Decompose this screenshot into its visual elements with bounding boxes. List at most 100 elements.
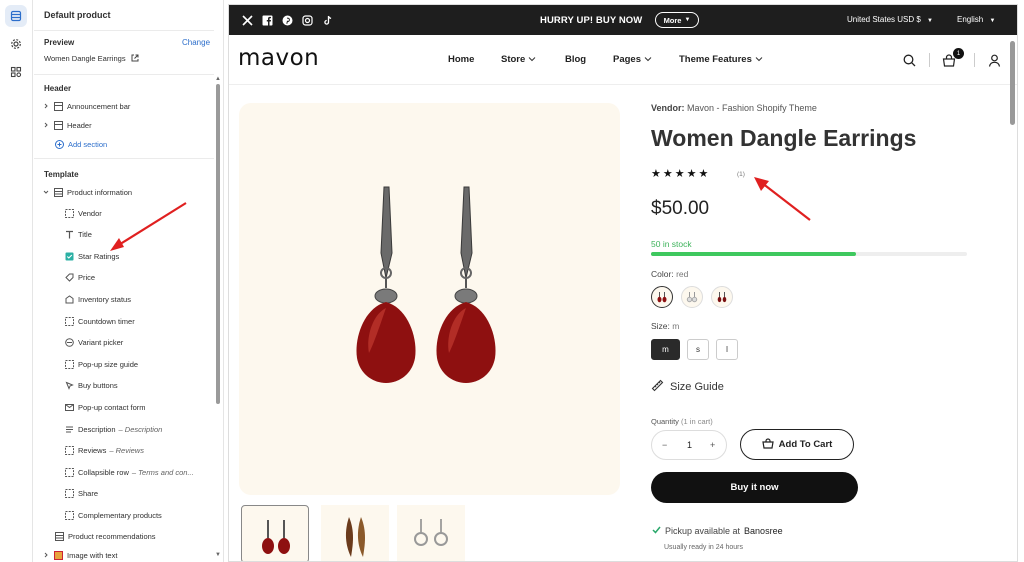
sidebar-item-label: Announcement bar [67,101,131,111]
nav-home[interactable]: Home [448,54,474,65]
sidebar-item-description[interactable]: Description – Description [64,421,162,437]
header-separator [929,53,930,67]
section-icon [54,531,64,541]
pinterest-icon[interactable] [281,14,293,26]
preview-scrollbar[interactable] [1010,41,1015,125]
sidebar-item-label: Description [78,424,116,434]
language-selector[interactable]: English ▼ [957,15,995,24]
nav-store[interactable]: Store [501,54,536,65]
sidebar-item-product-recommendations[interactable]: Product recommendations [54,528,156,544]
facebook-icon[interactable] [261,14,273,26]
checkmark-icon [652,526,661,536]
cursor-icon [64,381,74,391]
star-rating: ★★★★★ [651,168,711,180]
chevron-right-icon[interactable] [42,551,50,559]
sidebar-item-buy-buttons[interactable]: Buy buttons [64,378,118,394]
currency-selector[interactable]: United States USD $ ▼ [847,15,933,24]
size-option-s[interactable]: s [687,339,709,360]
more-button[interactable]: More ▼ [655,12,699,28]
sidebar-item-countdown-timer[interactable]: Countdown timer [64,313,135,329]
sidebar-item-complementary-products[interactable]: Complementary products [64,507,162,523]
thumbnail-3[interactable] [397,505,465,561]
review-count[interactable]: (1) [737,171,745,178]
add-to-cart-button[interactable]: Add To Cart [740,429,854,460]
sidebar-item-collapsible-row[interactable]: Collapsible row – Terms and con... [64,464,194,480]
store-logo[interactable]: mavon [238,45,319,71]
announcement-text[interactable]: HURRY UP! BUY NOW [540,15,642,26]
announcement-bar: HURRY UP! BUY NOW More ▼ United States U… [229,5,1017,35]
chevron-right-icon[interactable] [42,121,50,129]
thumbnail-1[interactable] [241,505,309,561]
external-link-icon[interactable] [130,53,140,63]
add-section-label: Add section [68,139,108,149]
thumbnail-image [414,519,448,546]
sidebar-item-label: Reviews [78,446,107,456]
apps-icon[interactable] [5,61,27,83]
sidebar-item-header[interactable]: Header [42,117,92,133]
account-icon[interactable] [986,52,1002,68]
sidebar-item-share[interactable]: Share [64,486,98,502]
thumbnail-2[interactable] [321,505,389,561]
size-guide-link[interactable]: Size Guide [651,379,724,395]
sidebar-item-product-information[interactable]: Product information [42,184,132,200]
preview-product[interactable]: Women Dangle Earrings [44,50,144,66]
gear-icon[interactable] [5,33,27,55]
nav-pages[interactable]: Pages [613,54,652,65]
nav-theme-features[interactable]: Theme Features [679,54,763,65]
scroll-up-arrow[interactable]: ▲ [215,76,221,82]
color-swatch-dark-red[interactable] [711,286,733,308]
sidebar-item-pop-up-contact-form[interactable]: Pop-up contact form [64,399,146,415]
size-option-l[interactable]: l [716,339,738,360]
sidebar-item-star-ratings[interactable]: Star Ratings [64,248,119,264]
tiktok-icon[interactable] [321,14,333,26]
section-icon [53,101,63,111]
sidebar-item-label: Collapsible row [78,467,129,477]
stock-progress-fill [651,252,857,256]
quantity-plus-button[interactable]: + [710,440,715,450]
sidebar-item-vendor[interactable]: Vendor [64,205,102,221]
sidebar-item-inventory-status[interactable]: Inventory status [64,291,131,307]
add-section-button[interactable]: Add section [54,136,107,152]
size-option-m[interactable]: m [651,339,680,360]
panel-scrollbar[interactable] [216,84,220,404]
sidebar-item-label: Product information [67,187,133,197]
divider [34,158,214,159]
sidebar-item-price[interactable]: Price [64,270,95,286]
vendor-name: Mavon - Fashion Shopify Theme [687,103,817,113]
quantity-input[interactable]: 1 [687,440,692,450]
dashed-square-icon [64,446,74,456]
vendor-label: Vendor: [651,103,685,113]
instagram-icon[interactable] [301,14,313,26]
sidebar-item-variant-picker[interactable]: Variant picker [64,335,123,351]
quantity-stepper: − 1 + [651,430,727,460]
chevron-down-icon[interactable] [42,188,50,196]
scroll-down-arrow[interactable]: ▼ [215,552,221,558]
search-icon[interactable] [901,52,917,68]
sidebar-item-title[interactable]: Title [64,227,92,243]
chevron-right-icon[interactable] [42,102,50,110]
buy-now-button[interactable]: Buy it now [651,472,858,503]
color-swatch-silver[interactable] [681,286,703,308]
sidebar-item-image-with-text[interactable]: Image with text [42,547,117,562]
pickup-store[interactable]: Banosree [744,526,783,536]
more-label: More [663,15,682,25]
section-icon [53,187,63,197]
sidebar-item-reviews[interactable]: Reviews – Reviews [64,443,144,459]
quantity-minus-button[interactable]: − [662,440,667,450]
store-header: mavon Home Store Blog Pages Theme Featur… [229,35,1017,85]
sidebar-item-pop-up-size-guide[interactable]: Pop-up size guide [64,356,138,372]
x-twitter-icon[interactable] [241,14,253,26]
size-label: Size: m [651,321,679,331]
sidebar-item-sublabel: – Terms and con... [132,468,194,477]
sections-icon[interactable] [5,5,27,27]
color-swatch-red[interactable] [651,286,673,308]
sidebar-item-sublabel: – Description [119,425,163,434]
image-icon [53,550,63,560]
product-main-image[interactable] [239,103,620,495]
dashed-square-icon [64,467,74,477]
product-title: Women Dangle Earrings [651,125,917,151]
change-link[interactable]: Change [182,38,210,47]
swatch-image [686,292,698,303]
nav-blog[interactable]: Blog [565,54,586,65]
sidebar-item-announcement-bar[interactable]: Announcement bar [42,98,130,114]
